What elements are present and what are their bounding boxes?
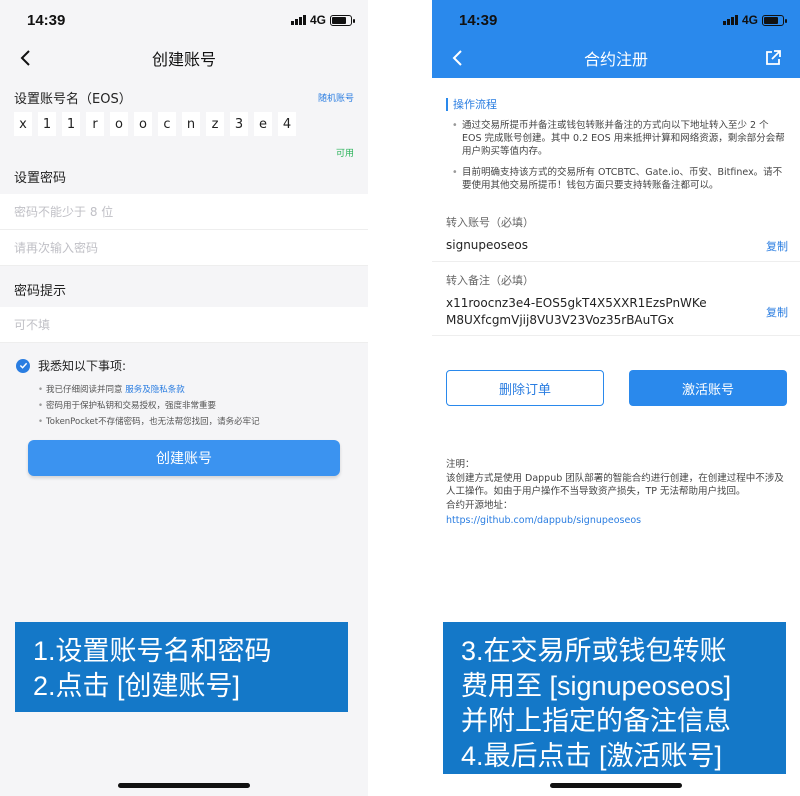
notice-item: 密码用于保护私钥和交易授权，强度非常重要 bbox=[38, 398, 352, 414]
note-section: 注明： 该创建方式是使用 Dappub 团队部署的智能合约进行创建，在创建过程中… bbox=[432, 406, 800, 528]
memo-line: M8UXfcgmVjij8VU3V23Voz35rBAuTGx bbox=[446, 312, 674, 327]
transfer-account-label: 转入账号（必填） bbox=[446, 216, 534, 229]
page-title: 创建账号 bbox=[151, 50, 216, 69]
account-char-box: o bbox=[110, 112, 128, 136]
status-time: 14:39 bbox=[459, 12, 498, 29]
password-confirm-input[interactable]: 请再次输入密码 bbox=[0, 230, 368, 266]
copy-account-button[interactable]: 复制 bbox=[766, 238, 788, 254]
battery-icon bbox=[762, 14, 787, 26]
account-char-box: 4 bbox=[278, 112, 296, 136]
account-char-box: 1 bbox=[62, 112, 80, 136]
agree-checkbox[interactable]: 我悉知以下事项: bbox=[16, 357, 352, 374]
caption-line: 并附上指定的备注信息 bbox=[461, 706, 731, 736]
note-title: 注明： bbox=[446, 459, 475, 470]
password-hint-input[interactable]: 可不填 bbox=[0, 307, 368, 343]
transfer-account-row: signupeoseos 复制 bbox=[432, 230, 800, 262]
activate-account-button[interactable]: 激活账号 bbox=[629, 370, 787, 406]
process-section: 操作流程 通过交易所提币并备注或钱包转账并备注的方式向以下地址转入至少 2 个 … bbox=[432, 78, 800, 192]
memo-label: 转入备注（必填） bbox=[446, 274, 534, 287]
back-arrow-icon[interactable] bbox=[448, 48, 468, 68]
caption-left: 1.设置账号名和密码 2.点击 [创建账号] bbox=[15, 622, 348, 712]
header-band: 14:39 4G 合约注册 bbox=[432, 0, 800, 78]
account-name-header: 设置账号名（EOS） 随机账号 bbox=[0, 82, 368, 112]
account-char-box: x bbox=[14, 112, 32, 136]
notice-item-text: 我已仔细阅读并同意 bbox=[46, 385, 123, 395]
random-account-link[interactable]: 随机账号 bbox=[318, 91, 354, 104]
source-label: 合约开源地址： bbox=[446, 499, 513, 511]
notice-item: TokenPocket不存储密码，也无法帮您找回，请务必牢记 bbox=[38, 414, 352, 430]
account-char-box: z bbox=[206, 112, 224, 136]
signal-icon bbox=[722, 15, 738, 25]
caption-line: 4.最后点击 [激活账号] bbox=[461, 741, 723, 771]
account-name-label: 设置账号名（EOS） bbox=[14, 91, 132, 107]
network-label: 4G bbox=[741, 13, 758, 27]
network-label: 4G bbox=[309, 13, 326, 27]
signal-icon bbox=[290, 15, 306, 25]
share-icon[interactable] bbox=[764, 49, 782, 67]
caption-line: 1.设置账号名和密码 bbox=[33, 636, 272, 666]
back-arrow-icon[interactable] bbox=[16, 48, 36, 68]
status-time: 14:39 bbox=[27, 12, 66, 29]
account-char-box: n bbox=[182, 112, 200, 136]
memo-row: x11roocnz3e4-EOS5gkT4X5XXR1EzsPnWKe M8UX… bbox=[432, 288, 800, 336]
action-buttons: 删除订单 激活账号 bbox=[432, 370, 800, 406]
account-char-box: e bbox=[254, 112, 272, 136]
page-title: 合约注册 bbox=[583, 50, 648, 69]
password-section-label: 设置密码 bbox=[14, 171, 67, 186]
delete-order-button[interactable]: 删除订单 bbox=[446, 370, 604, 406]
status-system-icons: 4G bbox=[722, 13, 787, 27]
terms-link[interactable]: 服务及隐私条款 bbox=[125, 385, 185, 395]
memo-value: x11roocnz3e4-EOS5gkT4X5XXR1EzsPnWKe M8UX… bbox=[446, 295, 707, 329]
source-url-link[interactable]: https://github.com/dappub/signupeoseos bbox=[446, 514, 786, 528]
account-char-box: o bbox=[134, 112, 152, 136]
notice-section: 我悉知以下事项: 我已仔细阅读并同意 服务及隐私条款 密码用于保护私钥和交易授权… bbox=[0, 343, 368, 430]
copy-memo-button[interactable]: 复制 bbox=[766, 304, 788, 320]
availability-status: 可用 bbox=[335, 149, 354, 159]
caption-right: 3.在交易所或钱包转账 费用至 [signupeoseos] 并附上指定的备注信… bbox=[443, 622, 786, 774]
account-char-box: 1 bbox=[38, 112, 56, 136]
process-title: 操作流程 bbox=[446, 98, 786, 111]
notice-title: 我悉知以下事项: bbox=[38, 359, 127, 373]
create-account-button[interactable]: 创建账号 bbox=[28, 440, 340, 476]
home-indicator bbox=[550, 783, 682, 788]
battery-icon bbox=[330, 14, 355, 26]
caption-line: 费用至 [signupeoseos] bbox=[461, 671, 732, 701]
status-bar: 14:39 4G bbox=[432, 0, 800, 38]
nav-bar: 创建账号 bbox=[0, 38, 368, 78]
account-char-box: 3 bbox=[230, 112, 248, 136]
status-bar: 14:39 4G bbox=[0, 0, 368, 38]
status-system-icons: 4G bbox=[290, 13, 355, 27]
caption-line: 2.点击 [创建账号] bbox=[33, 671, 241, 701]
hint-section-label: 密码提示 bbox=[14, 284, 67, 299]
nav-bar: 合约注册 bbox=[432, 38, 800, 78]
account-name-input[interactable]: x11roocnz3e4 bbox=[0, 112, 368, 136]
process-step: 目前明确支持该方式的交易所有 OTCBTC、Gate.io、币安、Bitfine… bbox=[446, 166, 786, 192]
notice-item: 我已仔细阅读并同意 服务及隐私条款 bbox=[38, 382, 352, 398]
process-step: 通过交易所提币并备注或钱包转账并备注的方式向以下地址转入至少 2 个 EOS 完… bbox=[446, 119, 786, 158]
account-char-box: c bbox=[158, 112, 176, 136]
note-text: 该创建方式是使用 Dappub 团队部署的智能合约进行创建，在创建过程中不涉及人… bbox=[446, 472, 784, 498]
transfer-account-value: signupeoseos bbox=[446, 238, 528, 252]
password-input[interactable]: 密码不能少于 8 位 bbox=[0, 194, 368, 230]
home-indicator bbox=[118, 783, 250, 788]
account-char-box: r bbox=[86, 112, 104, 136]
memo-line: x11roocnz3e4-EOS5gkT4X5XXR1EzsPnWKe bbox=[446, 295, 707, 310]
check-circle-icon[interactable] bbox=[16, 358, 30, 373]
caption-line: 3.在交易所或钱包转账 bbox=[461, 636, 727, 666]
